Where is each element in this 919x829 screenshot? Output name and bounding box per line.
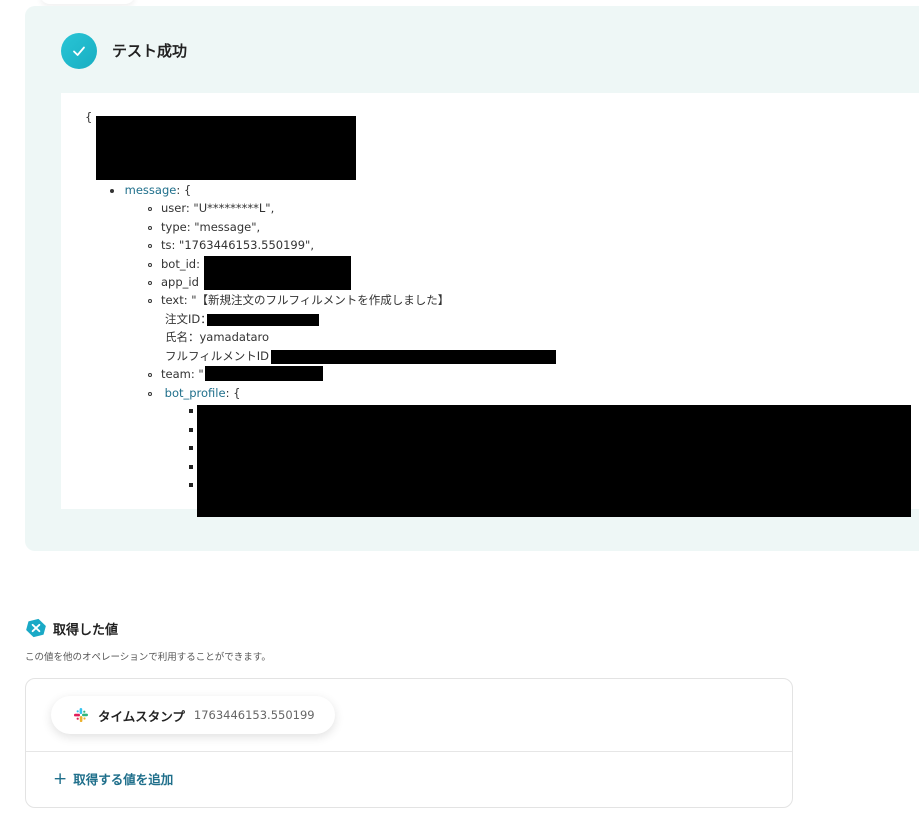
variable-hex-icon: [26, 618, 46, 638]
json-app-id-line: app_id: [148, 273, 199, 291]
result-title: テスト成功: [112, 42, 188, 60]
redacted-block: [205, 366, 323, 381]
json-bot-profile-line: bot_profile: {: [148, 384, 241, 402]
value-chip-label: タイムスタンプ: [98, 708, 185, 724]
plus-icon: +: [53, 768, 68, 789]
list-bullet: [189, 428, 193, 432]
json-ts-line: ts: "1763446153.550199",: [148, 236, 314, 254]
message-suffix: : {: [176, 183, 192, 197]
list-bullet: [189, 465, 193, 469]
json-open-brace: {: [85, 110, 93, 124]
success-check-icon: [61, 33, 97, 69]
list-bullet: [189, 446, 193, 450]
previous-card-edge: [40, 0, 135, 4]
json-team-line: team: ": [148, 365, 204, 383]
json-bot-id-line: bot_id:: [148, 255, 200, 273]
bot-profile-key-link[interactable]: bot_profile: [165, 386, 226, 400]
add-value-button[interactable]: + 取得する値を追加: [53, 769, 173, 788]
list-bullet: [189, 409, 193, 413]
divider: [26, 751, 792, 752]
message-key-link[interactable]: message: [125, 183, 177, 197]
json-type-line: type: "message",: [148, 218, 260, 236]
add-value-label: 取得する値を追加: [73, 772, 174, 787]
redacted-block: [96, 116, 356, 180]
json-message-line: message: {: [110, 181, 192, 199]
list-bullet: [189, 483, 193, 487]
redacted-block: [271, 350, 556, 364]
redacted-block: [207, 314, 319, 326]
redacted-block: [197, 405, 911, 517]
slack-icon: [74, 708, 88, 722]
value-chip-timestamp[interactable]: タイムスタンプ 1763446153.550199: [51, 696, 335, 734]
value-chip-value: 1763446153.550199: [193, 708, 315, 722]
json-user-line: user: "U*********L",: [148, 199, 274, 217]
acquired-values-description: この値を他のオペレーションで利用することができます。: [25, 652, 271, 663]
acquired-values-card: タイムスタンプ 1763446153.550199 + 取得する値を追加: [25, 678, 793, 808]
json-text-fulfillment-id: フルフィルメントID：: [165, 349, 281, 363]
redacted-block: [204, 256, 351, 290]
json-text-line: text: "【新規注文のフルフィルメントを作成しました】: [148, 291, 449, 309]
json-text-order-id: 注文ID：: [165, 312, 212, 326]
bot-profile-suffix: : {: [225, 386, 241, 400]
acquired-values-title: 取得した値: [53, 623, 119, 638]
json-text-name: 氏名：yamadataro: [165, 330, 270, 344]
